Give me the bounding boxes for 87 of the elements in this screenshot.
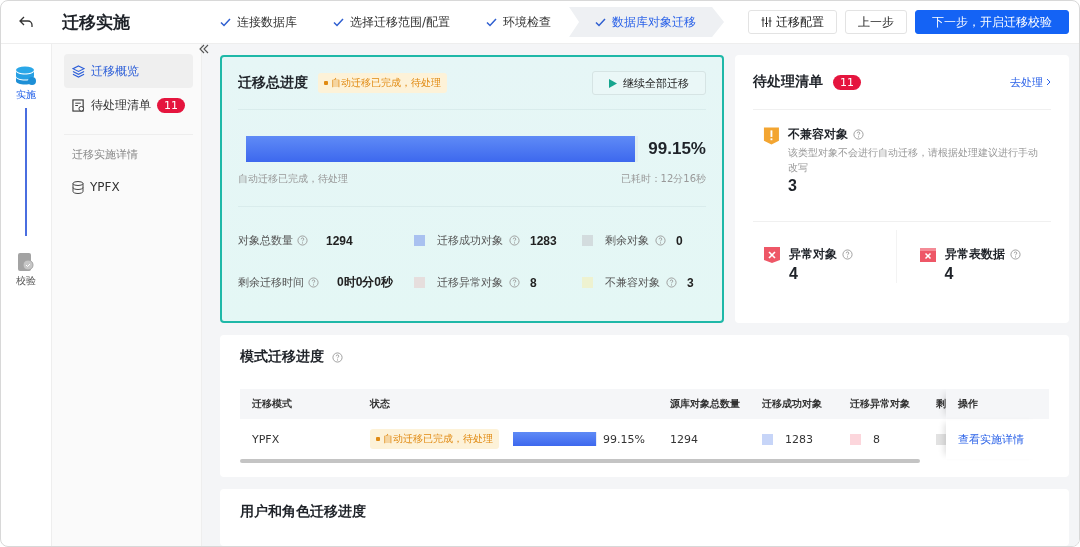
column-header: 剩 <box>935 397 946 411</box>
scrollbar[interactable] <box>240 459 920 463</box>
help-icon[interactable] <box>655 235 666 246</box>
step-tab[interactable]: 连接数据库 <box>202 7 315 37</box>
card-title: 待处理清单 <box>753 73 823 91</box>
sliders-icon <box>761 17 772 27</box>
count-badge: 11 <box>833 74 861 90</box>
previous-step-button[interactable]: 上一步 <box>845 10 907 34</box>
database-icon <box>72 180 84 194</box>
help-icon[interactable] <box>509 277 520 288</box>
details-link[interactable]: 查看实施详情 <box>958 431 1024 447</box>
continue-button[interactable]: 继续全部迁移 <box>592 71 706 95</box>
table-cell: 8 <box>873 432 880 446</box>
progress-percent: 99.15% <box>603 432 645 446</box>
table-cell-text: YPFX <box>251 432 281 446</box>
stat-value: 0 <box>676 233 683 248</box>
stat-label: 不兼容对象 <box>605 275 660 290</box>
step-tab[interactable]: 选择迁移范围/配置 <box>315 7 469 37</box>
status-tag: 自动迁移已完成，待处理 <box>318 73 447 93</box>
stat-label: 剩余迁移时间 <box>238 275 304 290</box>
collapse-icon[interactable] <box>199 44 209 54</box>
play-icon <box>609 78 617 88</box>
next-step-button[interactable]: 下一步，开启迁移校验 <box>915 10 1069 34</box>
column-header: 迁移成功对象 <box>761 397 823 411</box>
table-cell-text: 1294 <box>669 432 699 446</box>
progress-percent: 99.15% <box>648 139 706 159</box>
database-icon <box>15 66 37 86</box>
checklist-icon <box>72 98 85 112</box>
item-label: 异常对象 <box>789 246 837 263</box>
table-error-icon <box>918 246 937 264</box>
config-button[interactable]: 迁移配置 <box>748 10 837 34</box>
sidebar-item[interactable]: 待处理清单 11 <box>64 88 193 122</box>
step-tab[interactable]: 数据库对象迁移 <box>569 7 725 37</box>
stat-value: 1283 <box>530 233 557 248</box>
error-icon <box>763 246 781 264</box>
check-icon <box>486 17 498 27</box>
card-title: 模式迁移进度 <box>240 348 324 366</box>
stat-value: 0时0分0秒 <box>337 274 394 291</box>
schema-item[interactable]: YPFX <box>64 170 193 204</box>
warning-icon <box>763 126 780 146</box>
stat-label: 迁移成功对象 <box>437 233 503 248</box>
stat-label: 对象总数量 <box>238 233 293 248</box>
help-icon[interactable] <box>332 351 343 363</box>
item-label: 异常表数据 <box>944 246 1005 263</box>
card-title: 用户和角色迁移进度 <box>240 503 366 519</box>
layers-icon <box>72 64 85 78</box>
sidebar-item[interactable]: 迁移概览 <box>64 54 193 88</box>
rail-item[interactable]: 校验 <box>16 252 36 288</box>
check-icon <box>220 17 231 27</box>
item-count: 4 <box>789 265 799 283</box>
step-tab[interactable]: 环境检查 <box>468 7 570 37</box>
count-badge: 11 <box>157 97 185 113</box>
column-header: 状态 <box>368 397 391 411</box>
stat-label: 迁移异常对象 <box>437 275 503 290</box>
help-icon[interactable] <box>842 249 853 260</box>
card-title: 迁移总进度 <box>238 74 308 92</box>
item-description: 该类型对象不会进行自动迁移，请根据处理建议进行手动改写 <box>787 146 1039 175</box>
status-tag: 自动迁移已完成，待处理 <box>370 429 499 449</box>
stat-value: 3 <box>687 275 694 290</box>
verify-icon <box>17 252 35 272</box>
column-header: 源库对象总数量 <box>669 397 741 411</box>
help-icon[interactable] <box>509 235 520 246</box>
item-count: 3 <box>787 177 798 195</box>
elapsed-time: 已耗时：12分16秒 <box>620 172 706 186</box>
check-icon <box>333 17 344 27</box>
item-count: 4 <box>944 265 955 283</box>
back-icon[interactable] <box>19 16 33 28</box>
chevron-icon <box>1046 78 1051 86</box>
help-icon[interactable] <box>308 277 319 288</box>
check-icon <box>595 17 607 27</box>
table-cell: 1283 <box>785 432 813 446</box>
page-title: 迁移实施 <box>61 10 131 34</box>
section-label: 迁移实施详情 <box>64 134 193 170</box>
stat-value: 8 <box>530 275 537 290</box>
item-label: 不兼容对象 <box>787 126 848 143</box>
column-header: 迁移异常对象 <box>849 397 911 411</box>
progress-caption: 自动迁移已完成，待处理 <box>238 172 348 186</box>
rail-item[interactable]: 实施 <box>15 66 37 102</box>
help-icon[interactable] <box>297 235 308 246</box>
handle-link[interactable]: 去处理 <box>1010 74 1051 90</box>
column-header: 操作 <box>946 389 1042 419</box>
stat-value: 1294 <box>326 233 353 248</box>
column-header: 迁移模式 <box>251 397 293 411</box>
stat-label: 剩余对象 <box>605 233 649 248</box>
help-icon[interactable] <box>666 277 677 288</box>
help-icon[interactable] <box>852 129 864 140</box>
help-icon[interactable] <box>1009 249 1021 260</box>
